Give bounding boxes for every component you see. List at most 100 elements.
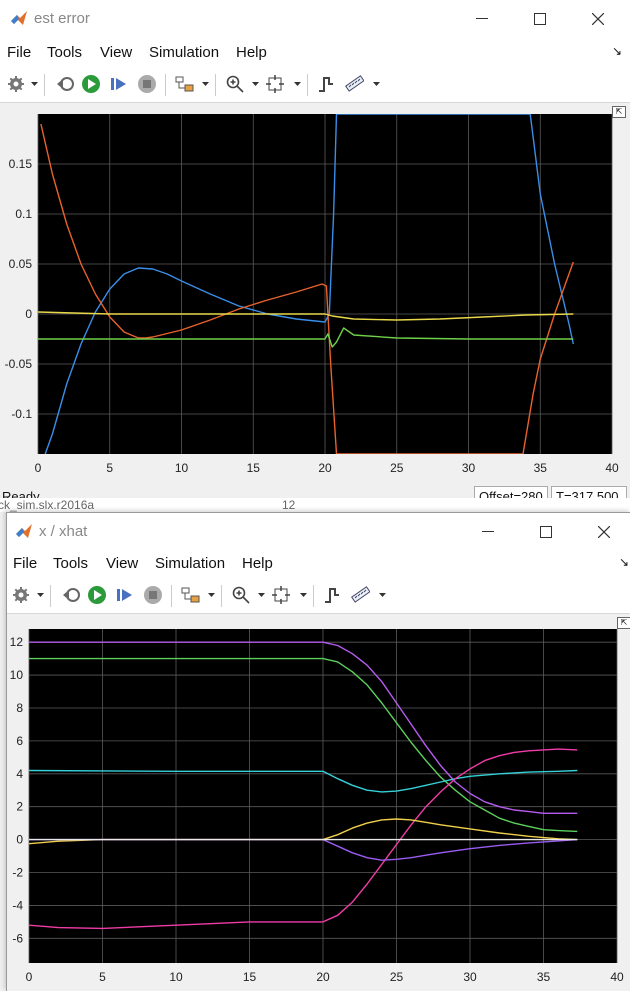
est-error-x-tick-label: 35	[534, 461, 548, 475]
highlight-block-icon[interactable]	[174, 73, 196, 95]
window-title: est error	[34, 10, 90, 27]
dock-arrow-icon[interactable]: ↘	[619, 555, 629, 569]
menu-simulation[interactable]: Simulation	[149, 44, 219, 61]
background-value: 12	[282, 498, 296, 512]
dock-arrow-icon[interactable]: ↘	[612, 44, 622, 58]
x-xhat-x-tick-label: 10	[169, 970, 183, 984]
toolbar-divider	[44, 74, 45, 96]
x-xhat-x-tick-label: 40	[610, 970, 624, 984]
menu-view[interactable]: View	[100, 44, 132, 61]
triggers-icon[interactable]	[315, 73, 337, 95]
highlight-block-icon[interactable]	[180, 584, 202, 606]
menu-tools[interactable]: Tools	[47, 44, 82, 61]
settings-dropdown-icon[interactable]	[29, 73, 39, 95]
settings-gear-icon[interactable]	[5, 73, 27, 95]
autoscale-icon[interactable]	[264, 73, 286, 95]
menu-file[interactable]: File	[7, 44, 31, 61]
toolbar	[7, 579, 630, 614]
est-error-y-tick-label: 0.05	[9, 257, 33, 271]
est-error-y-tick-label: 0	[25, 307, 32, 321]
step-back-icon[interactable]	[54, 73, 76, 95]
est-error-y-tick-label: 0.1	[15, 207, 32, 221]
menu-view[interactable]: View	[106, 555, 138, 572]
x-xhat-y-tick-label: 10	[10, 668, 24, 682]
x-xhat-y-tick-label: 4	[16, 767, 23, 781]
menu-bar: File Tools View Simulation Help ↘	[0, 38, 630, 68]
measurements-dropdown-icon[interactable]	[377, 584, 387, 606]
autoscale-dropdown-icon[interactable]	[292, 73, 302, 95]
measurements-ruler-icon[interactable]	[343, 73, 365, 95]
close-button[interactable]	[591, 519, 617, 545]
menu-help[interactable]: Help	[242, 555, 273, 572]
title-bar[interactable]: x / xhat	[7, 513, 630, 549]
est-error-x-tick-label: 10	[175, 461, 189, 475]
menu-help[interactable]: Help	[236, 44, 267, 61]
toolbar-divider	[307, 74, 308, 96]
run-icon[interactable]	[80, 73, 102, 95]
matlab-icon	[11, 11, 27, 25]
stop-icon[interactable]	[136, 73, 158, 95]
x-xhat-y-tick-label: -4	[12, 898, 23, 912]
est-error-x-tick-label: 40	[605, 461, 619, 475]
x-xhat-plot[interactable]: 0 5 10 15 20 25 30 35 40121086420-2-4-6	[1, 621, 630, 991]
maximize-button[interactable]	[533, 519, 559, 545]
x-xhat-x-tick-label: 0	[26, 970, 33, 984]
step-back-icon[interactable]	[60, 584, 82, 606]
menu-tools[interactable]: Tools	[53, 555, 88, 572]
est-error-plot[interactable]: 0 5 10 15 20 25 30 35 40 0.15 0.1 0.05 0 -0.05 -0.1	[0, 108, 630, 484]
settings-dropdown-icon[interactable]	[35, 584, 45, 606]
step-forward-icon[interactable]	[114, 584, 136, 606]
highlight-dropdown-icon[interactable]	[200, 73, 210, 95]
menu-simulation[interactable]: Simulation	[155, 555, 225, 572]
toolbar-divider	[165, 74, 166, 96]
zoom-in-icon[interactable]	[230, 584, 252, 606]
menu-file[interactable]: File	[13, 555, 37, 572]
toolbar-divider	[221, 585, 222, 607]
x-xhat-y-tick-label: 8	[16, 701, 23, 715]
x-xhat-x-tick-label: 5	[99, 970, 106, 984]
highlight-dropdown-icon[interactable]	[206, 584, 216, 606]
toolbar-divider	[171, 585, 172, 607]
x-xhat-x-tick-label: 25	[390, 970, 404, 984]
scope-window-x-xhat: x / xhat File Tools View Simulation Help…	[6, 512, 630, 991]
est-error-y-tick-label: -0.05	[5, 357, 33, 371]
x-xhat-x-tick-label: 30	[463, 970, 477, 984]
est-error-x-tick-label: 0	[35, 461, 42, 475]
step-forward-icon[interactable]	[108, 73, 130, 95]
x-xhat-y-tick-label: -2	[12, 866, 23, 880]
zoom-dropdown-icon[interactable]	[250, 73, 260, 95]
x-xhat-y-tick-label: 2	[16, 800, 23, 814]
est-error-x-tick-label: 25	[390, 461, 404, 475]
autoscale-icon[interactable]	[270, 584, 292, 606]
measurements-ruler-icon[interactable]	[349, 584, 371, 606]
est-error-x-tick-label: 20	[318, 461, 332, 475]
x-xhat-y-tick-label: 0	[16, 833, 23, 847]
maximize-button[interactable]	[527, 6, 553, 32]
menu-bar: File Tools View Simulation Help ↘	[7, 549, 630, 579]
window-title: x / xhat	[39, 523, 88, 540]
close-button[interactable]	[585, 6, 611, 32]
scope-window-est-error: est error File Tools View Simulation Hel…	[0, 0, 630, 510]
zoom-dropdown-icon[interactable]	[256, 584, 266, 606]
autoscale-dropdown-icon[interactable]	[298, 584, 308, 606]
x-xhat-x-tick-label: 15	[243, 970, 257, 984]
background-filename: ck_sim.slx.r2016a	[0, 498, 95, 512]
toolbar-divider	[215, 74, 216, 96]
toolbar-divider	[313, 585, 314, 607]
est-error-y-tick-label: -0.1	[11, 407, 32, 421]
x-xhat-y-tick-label: 6	[16, 734, 23, 748]
measurements-dropdown-icon[interactable]	[371, 73, 381, 95]
zoom-in-icon[interactable]	[224, 73, 246, 95]
toolbar	[0, 68, 630, 103]
minimize-button[interactable]	[475, 519, 501, 545]
matlab-icon	[16, 524, 32, 538]
settings-gear-icon[interactable]	[10, 584, 32, 606]
title-bar[interactable]: est error	[0, 0, 630, 38]
minimize-button[interactable]	[469, 6, 495, 32]
est-error-y-tick-label: 0.15	[9, 157, 33, 171]
x-xhat-x-tick-label: 35	[537, 970, 551, 984]
triggers-icon[interactable]	[321, 584, 343, 606]
run-icon[interactable]	[86, 584, 108, 606]
stop-icon[interactable]	[142, 584, 164, 606]
est-error-x-tick-label: 30	[462, 461, 476, 475]
